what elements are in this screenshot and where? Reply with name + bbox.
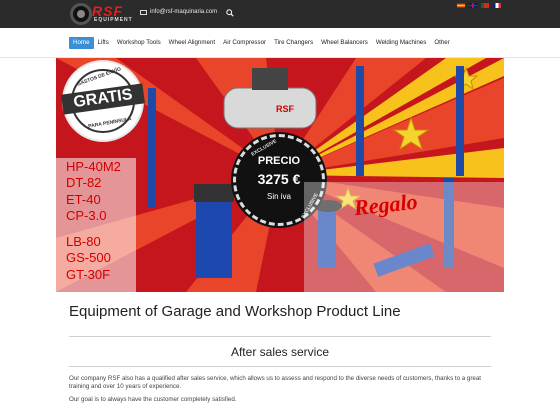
nav-item-workshop-tools[interactable]: Workshop Tools <box>113 37 165 49</box>
model-item: HP-40M2 <box>66 159 121 174</box>
section-title: After sales service <box>230 345 330 359</box>
tire-icon <box>70 3 92 25</box>
flag-en-icon[interactable] <box>469 3 477 8</box>
nav-item-lifts[interactable]: Lifts <box>94 37 113 49</box>
search-icon[interactable] <box>226 9 234 17</box>
email-text: info@rsf-maquinaria.com <box>150 9 218 15</box>
logo-subtext: EQUIPMENT <box>94 17 133 23</box>
nav-item-welding-machines[interactable]: Welding Machines <box>372 37 430 49</box>
divider <box>69 366 491 367</box>
logo[interactable]: RSF EQUIPMENT <box>70 3 132 25</box>
model-item: DT-82 <box>66 175 102 191</box>
envelope-icon <box>140 9 147 15</box>
hero-banner[interactable]: RSF GASTOS DE ENVÍO GRATIS PARA PENINSUL… <box>56 58 504 292</box>
nav-item-wheel-balancers[interactable]: Wheel Balancers <box>317 37 372 49</box>
page-title: Equipment of Garage and Workshop Product… <box>69 303 401 320</box>
paragraph: Our company RSF also has a qualified aft… <box>69 375 482 390</box>
flag-es-icon[interactable] <box>457 3 465 8</box>
nav-item-air-compressor[interactable]: Air Compressor <box>219 37 270 49</box>
nav-item-tire-changers[interactable]: Tire Changers <box>270 37 317 49</box>
model-item: ET-40 <box>66 191 101 207</box>
main-nav: Home Lifts Workshop Tools Wheel Alignment Ai… <box>0 28 560 58</box>
model-item: CP-3.0 <box>66 207 107 223</box>
nav-item-other[interactable]: Other <box>430 37 453 49</box>
nav-item-home[interactable]: Home <box>69 37 94 49</box>
flag-pt-icon[interactable] <box>481 3 489 8</box>
flag-fr-icon[interactable] <box>493 3 501 8</box>
language-selector <box>457 3 501 8</box>
paragraph: Our goal is to always have the customer … <box>69 396 237 403</box>
model-item: LB-80 <box>66 234 101 250</box>
svg-text:RSF: RSF <box>276 104 295 114</box>
models-list: HP-40M2 DT-82 ET-40 CP-3.0 LB-80 GS-500 … <box>66 159 121 283</box>
divider <box>69 336 491 337</box>
free-shipping-badge: GASTOS DE ENVÍO GRATIS PARA PENINSULA <box>61 60 145 142</box>
model-item: GS-500 <box>66 250 111 266</box>
nav-list: Home Lifts Workshop Tools Wheel Alignment Ai… <box>69 37 454 49</box>
nav-item-wheel-alignment[interactable]: Wheel Alignment <box>165 37 219 49</box>
top-bar: RSF EQUIPMENT info@rsf-maquinaria.com <box>0 0 560 28</box>
price-label: PRECIO <box>257 155 301 167</box>
email-link[interactable]: info@rsf-maquinaria.com <box>140 9 217 15</box>
model-item: GT-30F <box>66 266 111 282</box>
